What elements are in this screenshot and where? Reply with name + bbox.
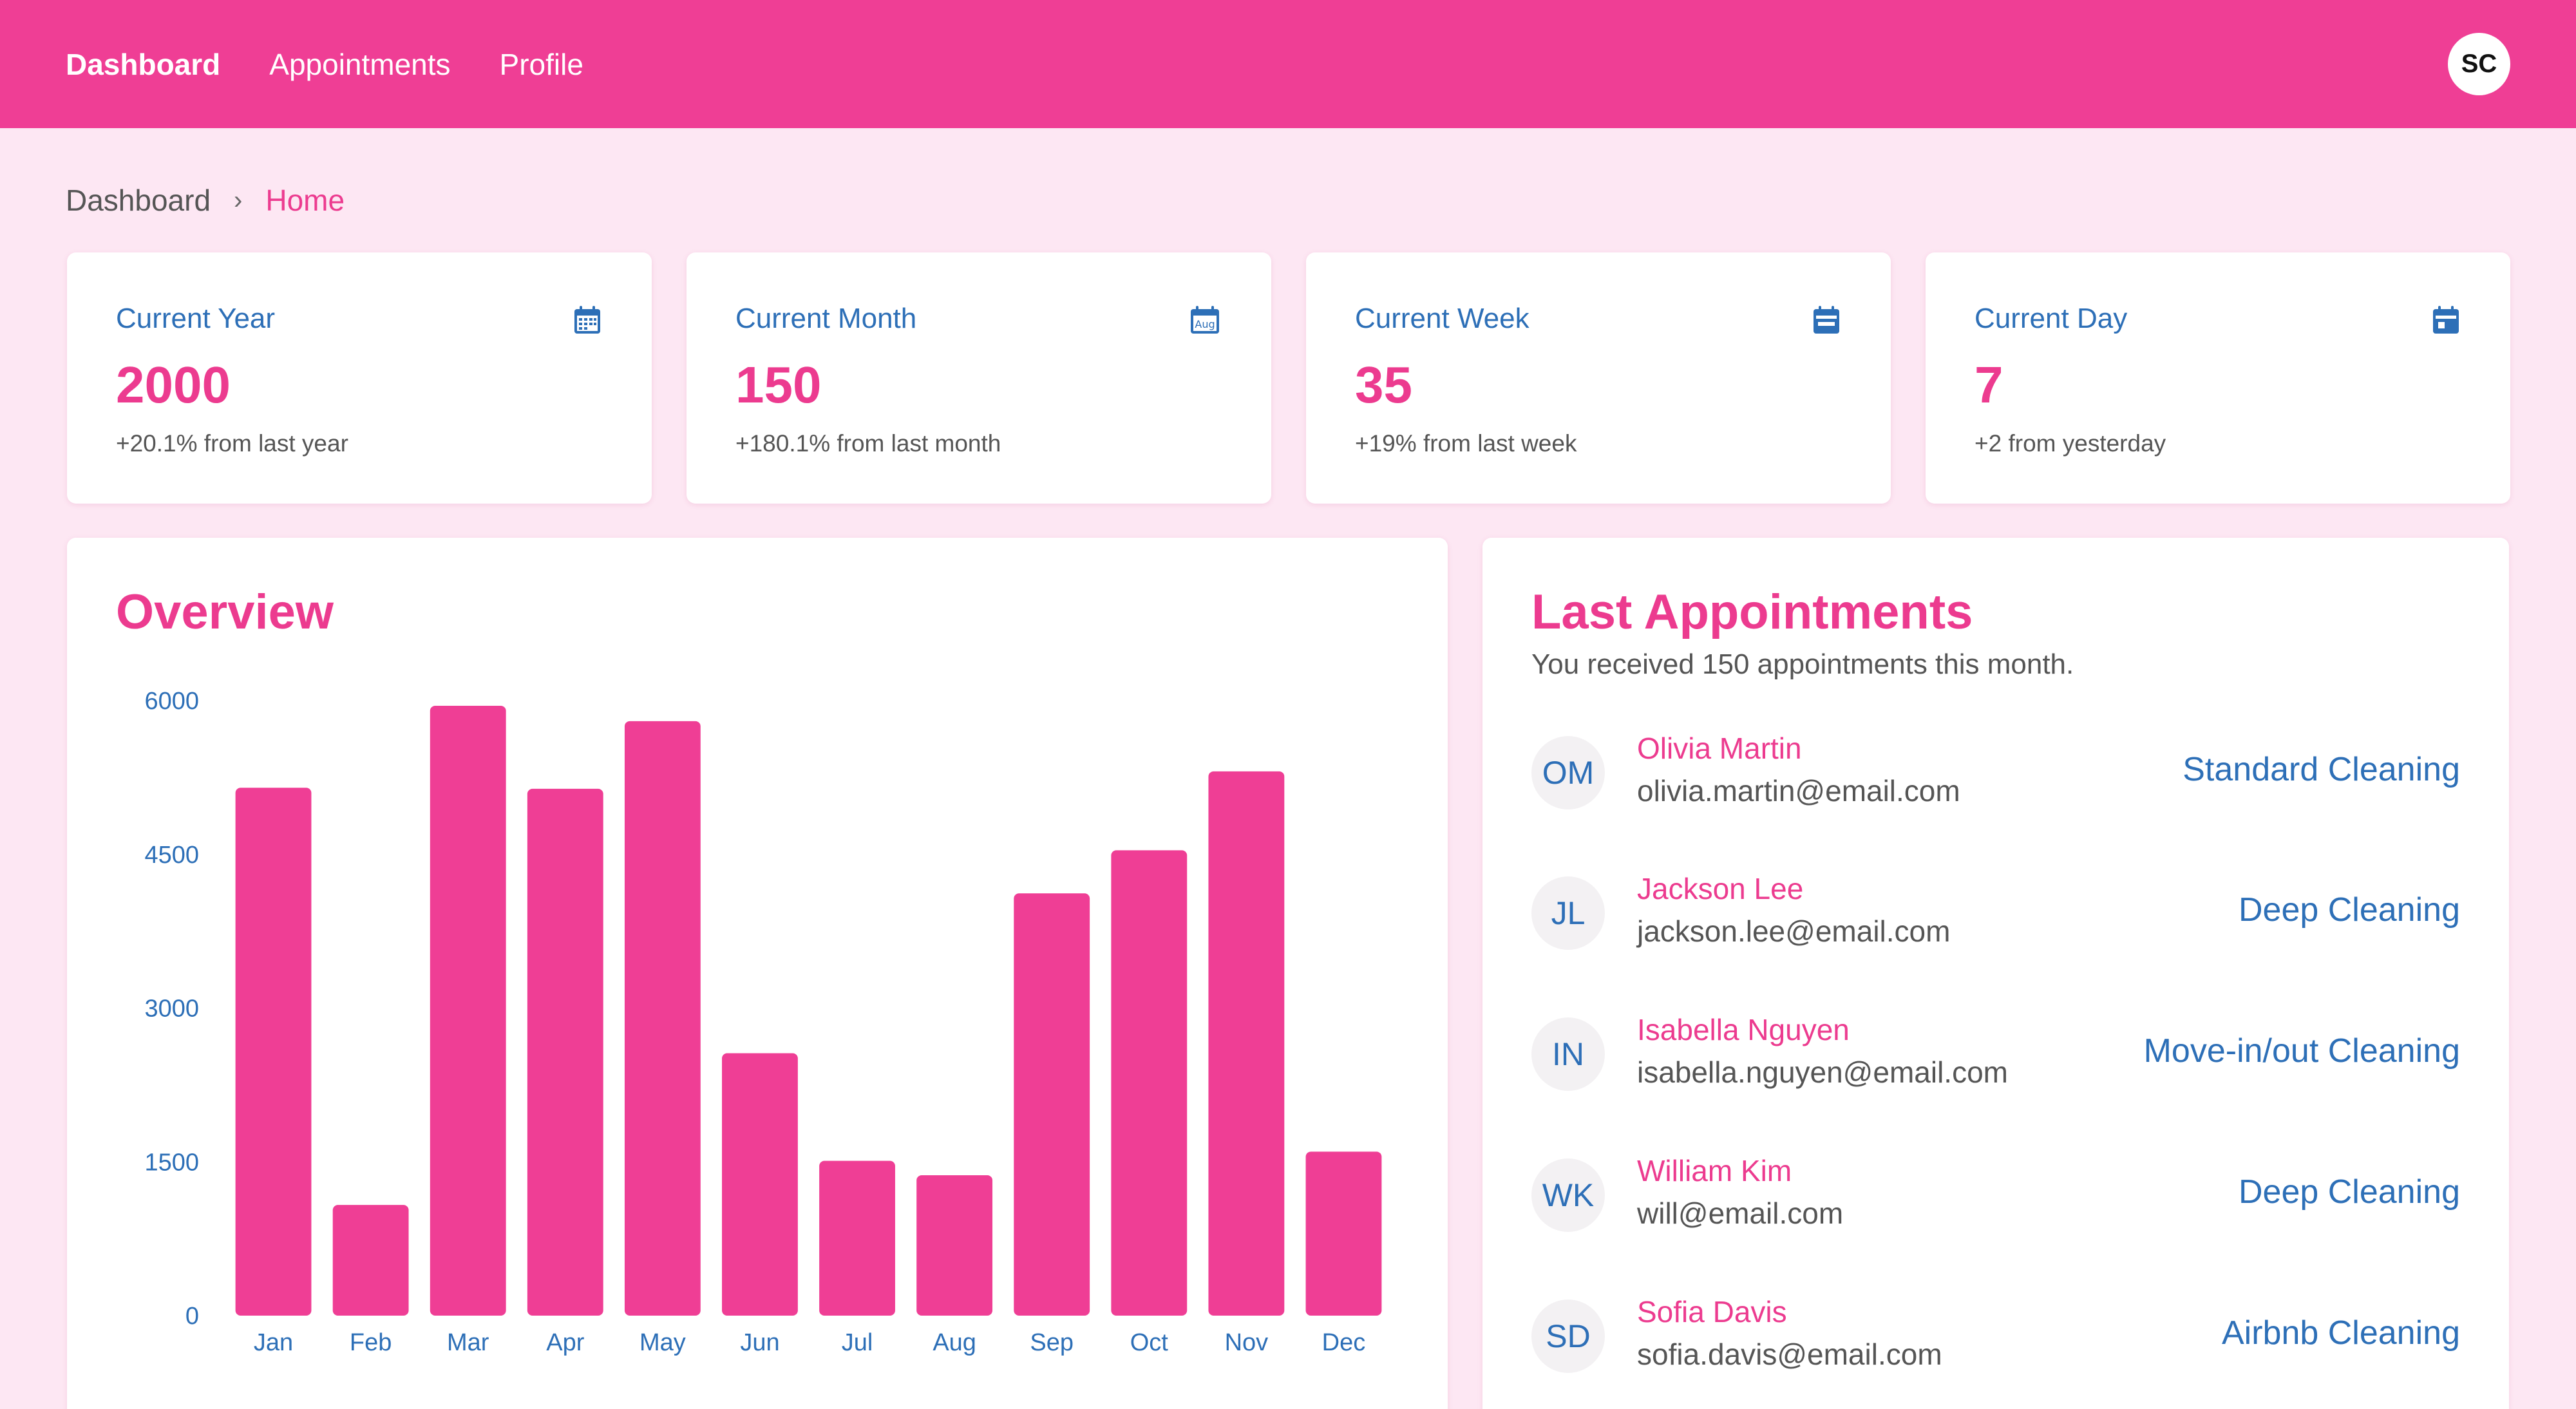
x-tick-label: Feb bbox=[350, 1329, 392, 1356]
overview-bar-chart: 0 1500 3000 4500 6000 Jan Feb Mar Apr May Jun Jul Au… bbox=[144, 688, 1382, 1356]
stat-change: +2 from yesterday bbox=[1975, 430, 2166, 457]
client-email: olivia.martin@email.com bbox=[1637, 774, 1960, 808]
nav-dashboard-link[interactable]: Dashboard bbox=[66, 47, 220, 82]
avatar: SD bbox=[1531, 1300, 1605, 1373]
stat-change: +180.1% from last month bbox=[735, 430, 1001, 457]
service-type: Deep Cleaning bbox=[2238, 1173, 2460, 1211]
top-nav-bar: Dashboard Appointments Profile SC bbox=[0, 0, 2576, 128]
x-tick-label: Jun bbox=[740, 1329, 779, 1356]
last-appointments-card: Last Appointments You received 150 appoi… bbox=[1482, 538, 2509, 1409]
svg-text:Aug: Aug bbox=[1195, 318, 1215, 330]
calendar-month-icon: Aug bbox=[1191, 306, 1219, 334]
client-name: Jackson Lee bbox=[1637, 872, 1804, 905]
appointment-item[interactable]: OM Olivia Martin olivia.martin@email.com… bbox=[1531, 724, 2460, 821]
bar-aug[interactable] bbox=[916, 1175, 993, 1316]
client-name: William Kim bbox=[1637, 1154, 1792, 1187]
avatar: IN bbox=[1531, 1017, 1605, 1091]
client-email: will@email.com bbox=[1637, 1196, 1844, 1230]
x-tick-label: Dec bbox=[1322, 1329, 1366, 1356]
stat-title: Current Year bbox=[116, 303, 276, 334]
bar-sep[interactable] bbox=[1014, 893, 1090, 1316]
bar-mar[interactable] bbox=[430, 705, 506, 1316]
stat-value: 7 bbox=[1975, 356, 2003, 413]
y-tick-label: 3000 bbox=[144, 996, 199, 1023]
appointments-title: Last Appointments bbox=[1531, 585, 1973, 639]
appointment-item[interactable]: WK William Kim will@email.com Deep Clean… bbox=[1531, 1147, 2460, 1244]
chevron-right-icon: › bbox=[234, 185, 243, 214]
stat-title: Current Day bbox=[1975, 303, 2128, 334]
client-name: Olivia Martin bbox=[1637, 732, 1802, 765]
bar-jun[interactable] bbox=[722, 1053, 798, 1316]
x-tick-label: Mar bbox=[447, 1329, 489, 1356]
bar-feb[interactable] bbox=[332, 1205, 409, 1316]
bar-may[interactable] bbox=[624, 721, 701, 1316]
overview-card: Overview 0 1500 3000 4500 6000 Jan Feb Mar Apr Ma… bbox=[67, 538, 1448, 1409]
client-name: Sofia Davis bbox=[1637, 1295, 1787, 1329]
breadcrumb-dashboard-link[interactable]: Dashboard bbox=[66, 183, 211, 218]
bar-jul[interactable] bbox=[819, 1160, 895, 1316]
x-tick-label: Oct bbox=[1130, 1329, 1169, 1356]
user-avatar[interactable]: SC bbox=[2448, 33, 2510, 95]
stat-card-day: Current Day 7 +2 from yesterday bbox=[1926, 252, 2510, 504]
x-tick-label: Sep bbox=[1030, 1329, 1074, 1356]
appointment-item[interactable]: SD Sofia Davis sofia.davis@email.com Air… bbox=[1531, 1288, 2460, 1385]
x-tick-label: May bbox=[639, 1329, 686, 1356]
bar-apr[interactable] bbox=[527, 788, 603, 1316]
appointment-item[interactable]: IN Isabella Nguyen isabella.nguyen@email… bbox=[1531, 1006, 2460, 1102]
service-type: Move-in/out Cleaning bbox=[2143, 1032, 2460, 1070]
avatar: OM bbox=[1531, 736, 1605, 809]
client-email: jackson.lee@email.com bbox=[1637, 914, 1951, 948]
calendar-day-icon bbox=[2433, 306, 2459, 334]
bar-oct[interactable] bbox=[1111, 850, 1188, 1316]
y-tick-label: 6000 bbox=[144, 688, 199, 715]
stat-card-week: Current Week 35 +19% from last week bbox=[1306, 252, 1891, 504]
x-tick-label: Jul bbox=[842, 1329, 873, 1356]
breadcrumb: Dashboard › Home bbox=[66, 181, 345, 220]
stat-value: 150 bbox=[735, 356, 822, 413]
x-tick-label: Aug bbox=[933, 1329, 976, 1356]
service-type: Deep Cleaning bbox=[2238, 891, 2460, 929]
service-type: Airbnb Cleaning bbox=[2221, 1314, 2460, 1352]
x-tick-label: Apr bbox=[546, 1329, 584, 1356]
client-name: Isabella Nguyen bbox=[1637, 1013, 1850, 1046]
stat-change: +20.1% from last year bbox=[116, 430, 348, 457]
y-tick-label: 1500 bbox=[144, 1149, 199, 1176]
stat-title: Current Month bbox=[735, 303, 917, 334]
avatar: JL bbox=[1531, 876, 1605, 950]
x-tick-label: Jan bbox=[254, 1329, 293, 1356]
stat-card-year: Current Year 2000 +20.1% from last year bbox=[67, 252, 652, 504]
stat-card-month: Current Month 150 +180.1% from last mont… bbox=[687, 252, 1271, 504]
nav-profile-link[interactable]: Profile bbox=[500, 47, 583, 82]
bar-jan[interactable] bbox=[235, 788, 312, 1316]
nav-appointments-link[interactable]: Appointments bbox=[269, 47, 450, 82]
client-email: isabella.nguyen@email.com bbox=[1637, 1055, 2008, 1089]
stat-change: +19% from last week bbox=[1355, 430, 1577, 457]
appointments-subtitle: You received 150 appointments this month… bbox=[1531, 648, 2074, 680]
stat-value: 35 bbox=[1355, 356, 1412, 413]
y-tick-label: 4500 bbox=[144, 842, 199, 869]
bar-dec[interactable] bbox=[1305, 1151, 1382, 1316]
avatar: WK bbox=[1531, 1158, 1605, 1232]
calendar-grid-icon bbox=[574, 306, 600, 334]
calendar-week-icon bbox=[1814, 306, 1839, 334]
stat-value: 2000 bbox=[116, 356, 231, 413]
appointment-item[interactable]: JL Jackson Lee jackson.lee@email.com Dee… bbox=[1531, 865, 2460, 961]
y-tick-label: 0 bbox=[185, 1303, 199, 1330]
breadcrumb-current: Home bbox=[265, 184, 345, 217]
stat-title: Current Week bbox=[1355, 303, 1530, 334]
service-type: Standard Cleaning bbox=[2183, 751, 2460, 788]
x-tick-label: Nov bbox=[1225, 1329, 1269, 1356]
bar-nov[interactable] bbox=[1208, 771, 1285, 1316]
client-email: sofia.davis@email.com bbox=[1637, 1338, 1942, 1371]
